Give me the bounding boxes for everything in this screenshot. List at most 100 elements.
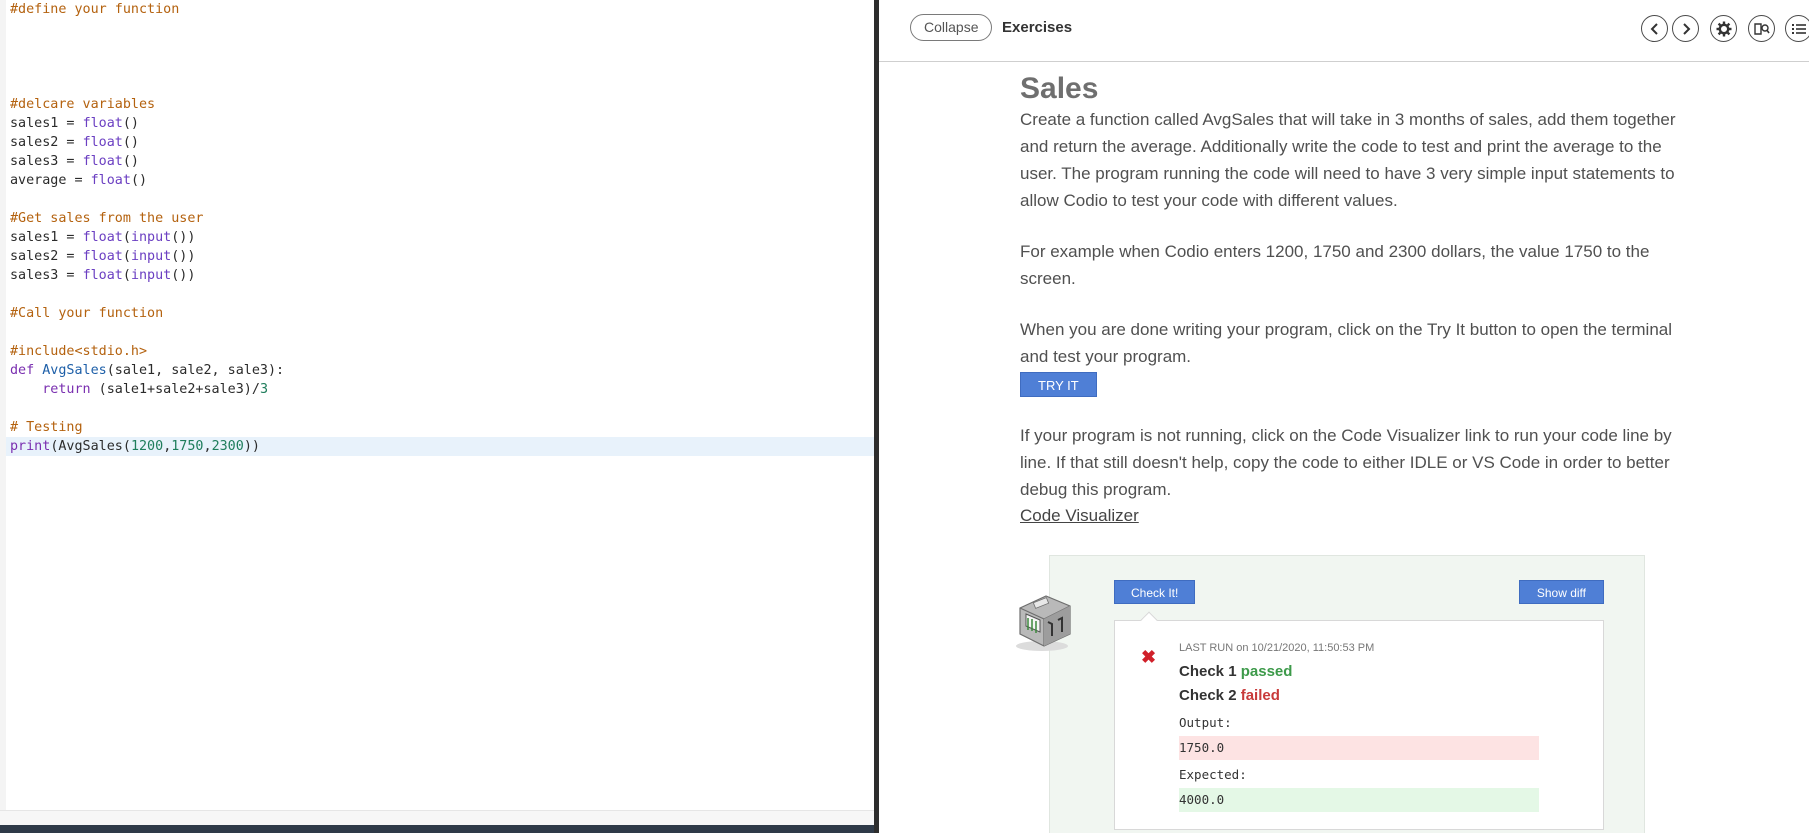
code-token: def — [10, 363, 43, 378]
code-line[interactable]: average = float() — [10, 171, 874, 190]
code-area[interactable]: #define your function #delcare variables… — [6, 0, 874, 456]
guide-toolbar: Collapse Exercises — [879, 0, 1809, 62]
check-result-body: LAST RUN on 10/21/2020, 11:50:53 PM Chec… — [1179, 641, 1539, 812]
instructions-paragraph: Create a function called AvgSales that w… — [1020, 110, 1676, 210]
code-line[interactable] — [10, 57, 874, 76]
check-1-label: Check 1 — [1179, 663, 1237, 680]
code-token: 1750 — [171, 439, 204, 454]
expected-label: Expected: — [1179, 767, 1247, 782]
editor-status-bar — [0, 825, 874, 833]
code-line[interactable]: #include<stdio.h> — [10, 342, 874, 361]
code-line[interactable]: #define your function — [10, 0, 874, 19]
code-line[interactable]: #Get sales from the user — [10, 209, 874, 228]
fail-x-icon: ✖ — [1141, 647, 1157, 667]
code-token: # Testing — [10, 420, 83, 435]
check-result-box: ✖ LAST RUN on 10/21/2020, 11:50:53 PM Ch… — [1114, 611, 1604, 830]
try-it-button[interactable]: TRY IT — [1020, 372, 1097, 397]
code-token: sales1 = — [10, 116, 83, 131]
code-token: #define your function — [10, 2, 180, 17]
code-token: return — [42, 382, 91, 397]
code-line[interactable]: def AvgSales(sale1, sale2, sale3): — [10, 361, 874, 380]
check-1-result: Check 1 passed — [1179, 660, 1539, 684]
show-diff-button[interactable]: Show diff — [1518, 580, 1604, 604]
code-token: input — [130, 230, 172, 245]
code-token: () — [122, 154, 139, 169]
code-token: average = — [10, 173, 91, 188]
gear-icon[interactable] — [1710, 15, 1737, 42]
code-line[interactable] — [10, 323, 874, 342]
code-token: print — [10, 439, 51, 454]
code-token: )) — [243, 439, 260, 454]
code-line[interactable]: sales2 = float() — [10, 133, 874, 152]
code-line[interactable] — [10, 76, 874, 95]
code-token: float — [82, 116, 123, 131]
code-line[interactable]: sales1 = float(input()) — [10, 228, 874, 247]
book-search-icon[interactable] — [1748, 15, 1775, 42]
code-token: float — [82, 154, 123, 169]
guide-content: Sales Create a function called AvgSales … — [1020, 62, 1700, 528]
code-line[interactable] — [10, 38, 874, 57]
code-token: , — [203, 439, 212, 454]
code-token: sales3 = — [10, 268, 83, 283]
list-icon[interactable] — [1785, 15, 1809, 42]
code-token: ()) — [171, 249, 196, 264]
code-line[interactable]: # Testing — [10, 418, 874, 437]
chevron-right-icon[interactable] — [1672, 15, 1699, 42]
last-run-stamp: on 10/21/2020, 11:50:53 PM — [1236, 642, 1375, 654]
code-token: float — [82, 135, 123, 150]
editor-horizontal-scrollbar[interactable] — [0, 810, 874, 825]
editor-gutter — [0, 0, 6, 810]
result-arrow — [1140, 611, 1158, 629]
code-line[interactable] — [10, 285, 874, 304]
collapse-button[interactable]: Collapse — [910, 14, 993, 41]
code-token: ( — [122, 268, 131, 283]
code-line[interactable]: #Call your function — [10, 304, 874, 323]
last-run-timestamp: LAST RUN on 10/21/2020, 11:50:53 PM — [1179, 641, 1539, 655]
code-line[interactable]: return (sale1+sale2+sale3)/3 — [10, 380, 874, 399]
code-token: () — [122, 135, 139, 150]
output-value: 1750.0 — [1179, 736, 1539, 760]
page-title: Sales — [1020, 72, 1099, 105]
check-it-button[interactable]: Check It! — [1114, 580, 1196, 604]
section-title: Exercises — [1002, 19, 1073, 36]
test-robot-icon — [1012, 586, 1076, 654]
code-line[interactable]: print(AvgSales(1200,1750,2300)) — [6, 437, 874, 456]
code-token: float — [90, 173, 131, 188]
code-line[interactable]: sales2 = float(input()) — [10, 247, 874, 266]
code-token: sales2 = — [10, 135, 83, 150]
check-2-status: failed — [1240, 687, 1280, 704]
code-token: input — [130, 268, 172, 283]
code-token: sales3 = — [10, 154, 83, 169]
code-line[interactable]: sales1 = float() — [10, 114, 874, 133]
guide-pane: Collapse Exercises Sales Create a functi… — [879, 0, 1809, 833]
code-token: 2300 — [211, 439, 244, 454]
code-visualizer-link[interactable]: Code Visualizer — [1020, 503, 1139, 528]
code-line[interactable]: sales3 = float(input()) — [10, 266, 874, 285]
code-token: 1200 — [130, 439, 164, 454]
code-line[interactable]: sales3 = float() — [10, 152, 874, 171]
code-token: AvgSales — [42, 363, 107, 378]
debug-paragraph: If your program is not running, click on… — [1020, 426, 1672, 499]
check-2-result: Check 2 failed — [1179, 684, 1539, 708]
code-token: ()) — [171, 268, 196, 283]
code-token: sales2 = — [10, 249, 83, 264]
code-token: (sale1, sale2, sale3): — [106, 363, 285, 378]
code-line[interactable] — [10, 399, 874, 418]
code-token: () — [122, 116, 139, 131]
output-label: Output: — [1179, 715, 1232, 730]
code-line[interactable]: #delcare variables — [10, 95, 874, 114]
code-token: ( — [122, 249, 131, 264]
check-2-label: Check 2 — [1179, 687, 1237, 704]
chevron-left-icon[interactable] — [1641, 15, 1668, 42]
code-line[interactable] — [10, 190, 874, 209]
code-token: input — [130, 249, 172, 264]
code-token: #delcare variables — [10, 97, 156, 112]
code-token: () — [130, 173, 148, 188]
check-panel: Check It! Show diff ✖ LAST RUN on 10/21/… — [1016, 555, 1645, 833]
code-token: sales1 = — [10, 230, 83, 245]
code-line[interactable] — [10, 19, 874, 38]
code-token: float — [82, 230, 123, 245]
code-token: (sale1+sale2+sale3)/ — [90, 382, 260, 397]
code-editor[interactable]: #define your function #delcare variables… — [0, 0, 874, 833]
